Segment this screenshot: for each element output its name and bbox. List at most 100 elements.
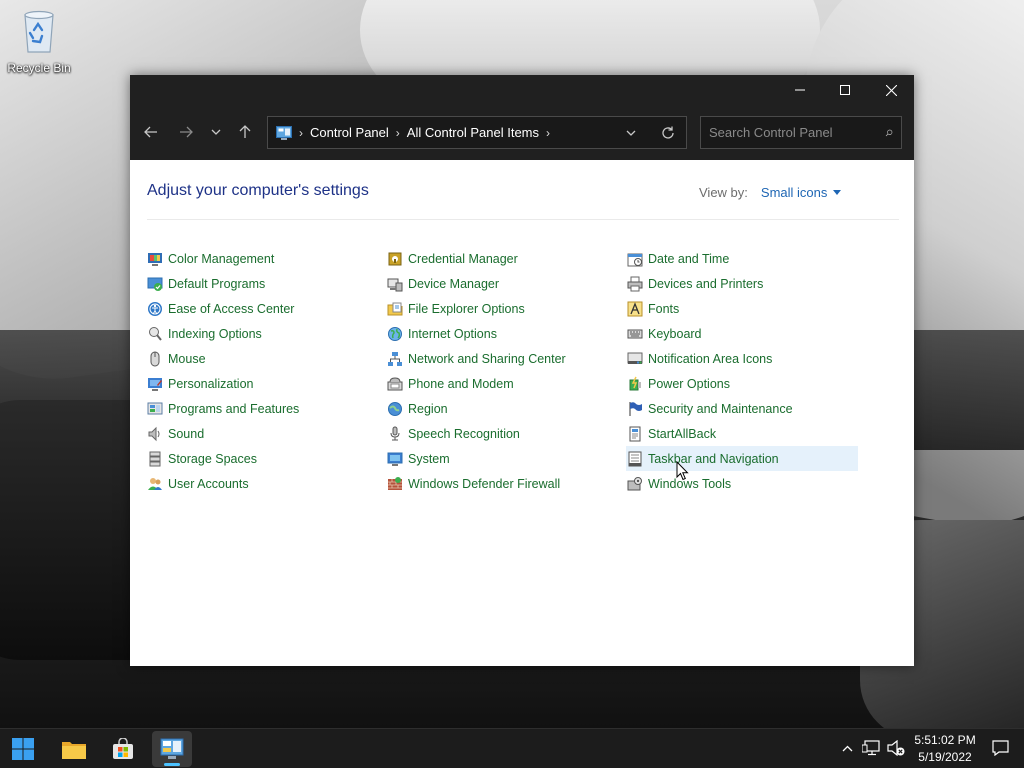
- cp-item-taskbar-and-navigation[interactable]: Taskbar and Navigation: [626, 446, 858, 471]
- cp-item-personalization[interactable]: Personalization: [146, 371, 378, 396]
- search-icon[interactable]: [885, 125, 893, 141]
- cp-item-mouse[interactable]: Mouse: [146, 346, 378, 371]
- close-button[interactable]: [868, 75, 914, 105]
- address-bar[interactable]: › Control Panel › All Control Panel Item…: [267, 116, 687, 149]
- folder-options-icon: [387, 302, 403, 315]
- cp-item-speech-recognition[interactable]: Speech Recognition: [386, 421, 618, 446]
- store-icon: [113, 738, 133, 759]
- cp-item-date-and-time[interactable]: Date and Time: [626, 246, 858, 271]
- search-input[interactable]: [701, 125, 885, 140]
- microphone-icon: [390, 426, 400, 440]
- cp-item-label: Taskbar and Navigation: [648, 451, 779, 466]
- cp-item-notification-area-icons[interactable]: Notification Area Icons: [626, 346, 858, 371]
- items-column-3: Date and Time Devices and Printers Fonts Ke…: [626, 246, 858, 496]
- notification-center-button[interactable]: [991, 739, 1009, 757]
- personalization-icon: [148, 377, 162, 391]
- ease-of-access-icon: [148, 301, 162, 316]
- system-icon: [387, 452, 403, 466]
- minimize-button[interactable]: [777, 75, 823, 105]
- cp-item-label: Ease of Access Center: [168, 301, 295, 316]
- cp-item-internet-options[interactable]: Internet Options: [386, 321, 618, 346]
- cp-item-region[interactable]: Region: [386, 396, 618, 421]
- maximize-icon: [840, 85, 850, 95]
- forward-button[interactable]: [174, 120, 198, 144]
- breadcrumb-separator: ›: [395, 125, 400, 140]
- search-box[interactable]: [700, 116, 902, 149]
- cp-item-label: Speech Recognition: [408, 426, 520, 441]
- navigation-bar: › Control Panel › All Control Panel Item…: [130, 105, 914, 160]
- cp-item-device-manager[interactable]: Device Manager: [386, 271, 618, 296]
- cp-item-label: Network and Sharing Center: [408, 351, 566, 366]
- cp-item-phone-and-modem[interactable]: Phone and Modem: [386, 371, 618, 396]
- cp-item-label: Power Options: [648, 376, 730, 391]
- file-explorer-button[interactable]: [54, 731, 94, 767]
- page-title: Adjust your computer's settings: [147, 182, 369, 199]
- cp-item-network-and-sharing-center[interactable]: Network and Sharing Center: [386, 346, 618, 371]
- cp-item-fonts[interactable]: Fonts: [626, 296, 858, 321]
- arrow-right-icon: [180, 126, 193, 138]
- notification-area-icon: [627, 352, 643, 364]
- cp-item-windows-defender-firewall[interactable]: Windows Defender Firewall: [386, 471, 618, 496]
- clock[interactable]: 5:51:02 PM 5/19/2022: [908, 732, 982, 766]
- cp-item-windows-tools[interactable]: Windows Tools: [626, 471, 858, 496]
- notification-icon: [991, 740, 1009, 756]
- cp-item-label: User Accounts: [168, 476, 249, 491]
- control-panel-icon: [276, 125, 292, 140]
- cp-item-label: Internet Options: [408, 326, 497, 341]
- device-manager-icon: [387, 278, 403, 291]
- cp-item-security-and-maintenance[interactable]: Security and Maintenance: [626, 396, 858, 421]
- recycle-bin-shortcut[interactable]: Recycle Bin: [4, 6, 74, 75]
- date-time-icon: [627, 253, 643, 266]
- cp-item-label: Fonts: [648, 301, 680, 316]
- cp-item-programs-and-features[interactable]: Programs and Features: [146, 396, 378, 421]
- title-bar[interactable]: [130, 75, 914, 105]
- caret-down-icon[interactable]: [833, 190, 842, 195]
- recent-locations-button[interactable]: [204, 120, 228, 144]
- maximize-button[interactable]: [822, 75, 868, 105]
- startallback-icon: [629, 426, 641, 441]
- cp-item-file-explorer-options[interactable]: File Explorer Options: [386, 296, 618, 321]
- cp-item-system[interactable]: System: [386, 446, 618, 471]
- cp-item-ease-of-access-center[interactable]: Ease of Access Center: [146, 296, 378, 321]
- taskbar-icon: [628, 451, 642, 466]
- cp-item-devices-and-printers[interactable]: Devices and Printers: [626, 271, 858, 296]
- cp-item-label: Credential Manager: [408, 251, 518, 266]
- back-button[interactable]: [139, 120, 163, 144]
- cp-item-keyboard[interactable]: Keyboard: [626, 321, 858, 346]
- cp-item-user-accounts[interactable]: User Accounts: [146, 471, 378, 496]
- start-button[interactable]: [3, 731, 43, 767]
- chevron-down-icon[interactable]: [623, 125, 639, 141]
- volume-tray-button[interactable]: [887, 739, 905, 757]
- chevron-up-icon: [842, 745, 852, 751]
- cp-item-storage-spaces[interactable]: Storage Spaces: [146, 446, 378, 471]
- cp-item-label: Date and Time: [648, 251, 730, 266]
- up-button[interactable]: [233, 120, 257, 144]
- store-button[interactable]: [103, 731, 143, 767]
- cp-item-startallback[interactable]: StartAllBack: [626, 421, 858, 446]
- refresh-icon[interactable]: [660, 125, 676, 141]
- start-icon: [12, 738, 34, 760]
- control-panel-taskbar-button[interactable]: [152, 731, 192, 767]
- control-panel-icon: [160, 738, 184, 759]
- cp-item-indexing-options[interactable]: Indexing Options: [146, 321, 378, 346]
- cp-item-label: Region: [408, 401, 448, 416]
- cp-item-default-programs[interactable]: Default Programs: [146, 271, 378, 296]
- cp-item-color-management[interactable]: Color Management: [146, 246, 378, 271]
- cp-item-sound[interactable]: Sound: [146, 421, 378, 446]
- printer-icon: [627, 276, 643, 291]
- breadcrumb-separator[interactable]: ›: [546, 126, 550, 140]
- default-programs-icon: [147, 277, 163, 291]
- breadcrumb-all-items[interactable]: All Control Panel Items: [407, 125, 539, 140]
- show-hidden-icons-button[interactable]: [838, 739, 856, 757]
- breadcrumb-control-panel[interactable]: Control Panel: [310, 125, 389, 140]
- cp-item-label: Default Programs: [168, 276, 266, 291]
- cp-item-label: Device Manager: [408, 276, 500, 291]
- network-tray-button[interactable]: [862, 739, 880, 757]
- close-icon: [885, 84, 897, 96]
- view-by-dropdown[interactable]: Small icons: [761, 185, 827, 200]
- cp-item-credential-manager[interactable]: Credential Manager: [386, 246, 618, 271]
- keyboard-icon: [627, 329, 643, 338]
- cp-item-power-options[interactable]: Power Options: [626, 371, 858, 396]
- sound-icon: [148, 426, 160, 441]
- flag-icon: [629, 401, 642, 416]
